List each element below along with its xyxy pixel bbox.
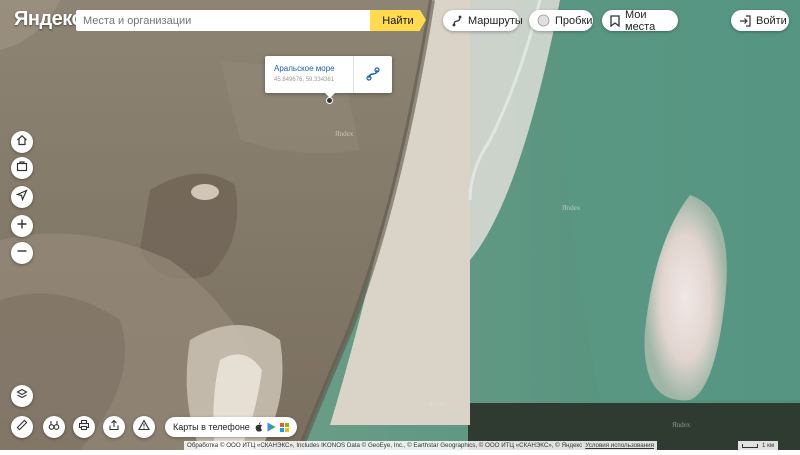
- location-arrow-icon: [15, 188, 28, 206]
- traffic-button[interactable]: Пробки: [529, 10, 593, 31]
- bookmark-icon: [610, 14, 620, 27]
- windows-icon: [279, 422, 289, 432]
- terms-link[interactable]: Условия использования: [585, 442, 654, 449]
- share-icon: [108, 418, 120, 436]
- work-button[interactable]: [11, 157, 33, 179]
- login-button[interactable]: Войти: [731, 10, 789, 31]
- place-coordinates: 45.849676, 59.334361: [274, 77, 335, 83]
- traffic-icon: [537, 14, 550, 27]
- print-button[interactable]: [73, 416, 95, 438]
- home-icon: [16, 133, 28, 151]
- minus-icon: [16, 244, 28, 262]
- routes-button[interactable]: Маршруты: [443, 10, 523, 31]
- routes-label: Маршруты: [468, 14, 523, 27]
- login-icon: [739, 14, 751, 27]
- map-attribution: Обработка © ООО ИТЦ «СКАНЭКС», Includes …: [184, 441, 657, 450]
- google-play-icon: [267, 422, 276, 432]
- map-watermark: Яndex: [428, 400, 447, 408]
- map-scale: 1 км: [738, 441, 779, 450]
- home-button[interactable]: [11, 131, 33, 153]
- briefcase-icon: [16, 159, 28, 177]
- map-watermark: Яndex: [672, 421, 691, 429]
- scale-label: 1 км: [762, 442, 775, 449]
- mobile-apps-button[interactable]: Карты в телефоне: [165, 417, 297, 437]
- report-error-button[interactable]: [133, 416, 155, 438]
- my-places-label: Мои места: [625, 8, 656, 33]
- map-watermark: Яndex: [562, 204, 581, 212]
- traffic-label: Пробки: [555, 14, 593, 27]
- scale-bar: [742, 443, 758, 448]
- ruler-button[interactable]: [11, 416, 33, 438]
- layers-button[interactable]: [11, 385, 33, 407]
- search-button[interactable]: Найти: [370, 10, 426, 31]
- search-bar: Найти: [76, 10, 426, 31]
- map-pin[interactable]: [326, 97, 333, 104]
- layers-icon: [16, 387, 28, 405]
- satellite-map[interactable]: Яndex Яndex Яndex Яndex: [0, 0, 800, 452]
- place-popup: Аральское море 45.849676, 59.334361: [265, 56, 392, 98]
- route-icon: [365, 67, 381, 86]
- place-name[interactable]: Аральское море: [274, 64, 335, 73]
- share-button[interactable]: [103, 416, 125, 438]
- panorama-button[interactable]: [43, 416, 65, 438]
- mobile-apps-label: Карты в телефоне: [173, 422, 250, 432]
- ruler-icon: [16, 418, 28, 436]
- binoculars-icon: [48, 418, 60, 436]
- popup-divider: [353, 56, 354, 93]
- printer-icon: [78, 418, 90, 436]
- route-icon: [451, 15, 463, 27]
- search-input[interactable]: [76, 10, 370, 31]
- yandex-logo[interactable]: Яндекс: [14, 8, 83, 31]
- route-here-button[interactable]: [365, 66, 381, 82]
- zoom-in-button[interactable]: [11, 215, 33, 237]
- login-label: Войти: [756, 14, 787, 27]
- satellite-imagery[interactable]: Яndex Яndex Яndex Яndex: [0, 0, 800, 452]
- plus-icon: [16, 217, 28, 235]
- zoom-out-button[interactable]: [11, 242, 33, 264]
- apple-icon: [255, 422, 263, 432]
- map-watermark: Яndex: [335, 130, 354, 138]
- attribution-text: Обработка © ООО ИТЦ «СКАНЭКС», Includes …: [187, 442, 583, 449]
- my-places-button[interactable]: Мои места: [602, 8, 678, 33]
- warning-icon: [138, 418, 150, 436]
- geolocation-button[interactable]: [11, 186, 33, 208]
